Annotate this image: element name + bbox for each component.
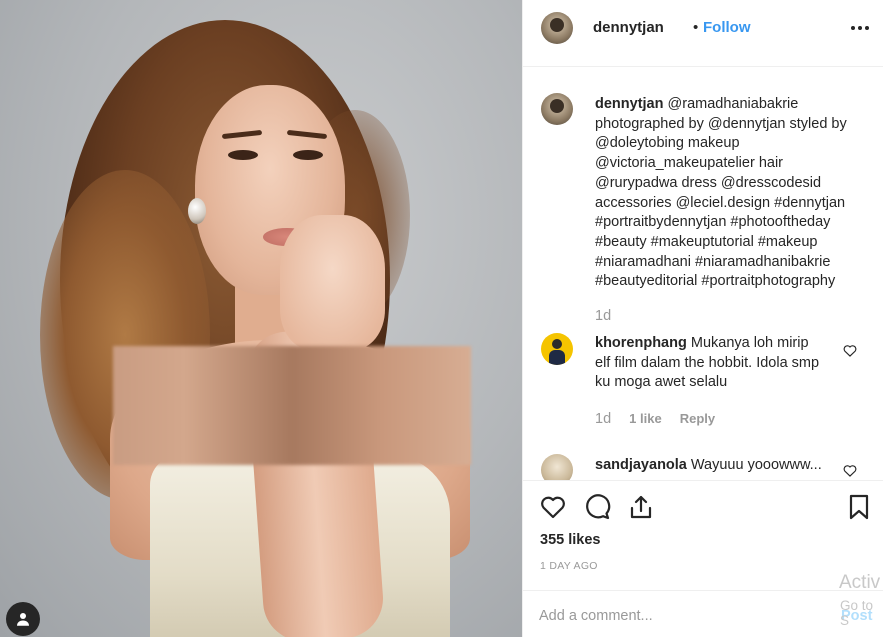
comments-list[interactable]: dennytjan @ramadhaniabakrie photographed…: [523, 68, 883, 480]
photo-earring: [188, 198, 206, 224]
add-comment-row: Post: [523, 590, 883, 638]
heart-icon[interactable]: [539, 493, 567, 521]
post-photo[interactable]: [0, 0, 522, 637]
comment-like-count[interactable]: 1 like: [629, 411, 662, 426]
comment-item: sandjayanola Wayuuu yooowww...: [595, 456, 835, 476]
comment-username[interactable]: khorenphang: [595, 335, 687, 351]
author-avatar[interactable]: [541, 12, 573, 44]
comment-username[interactable]: sandjayanola: [595, 457, 687, 473]
caption-timestamp[interactable]: 1d: [595, 308, 611, 324]
photo-hand: [280, 215, 385, 350]
share-icon[interactable]: [627, 493, 655, 521]
ellipsis-icon[interactable]: [850, 20, 870, 36]
comment-item: khorenphang Mukanya loh mirip elf film d…: [595, 334, 823, 393]
post-header: dennytjan • Follow: [523, 0, 883, 67]
post-actions-bar: [523, 480, 883, 529]
comment-timestamp[interactable]: 1d: [595, 411, 611, 427]
windows-activation-watermark: Activ: [839, 572, 881, 593]
post-timestamp[interactable]: 1 DAY AGO: [540, 560, 598, 572]
post-side-panel: dennytjan • Follow dennytjan @ramadhania…: [522, 0, 883, 637]
commenter-avatar[interactable]: [541, 333, 573, 365]
header-separator: •: [693, 19, 699, 36]
comment-meta: 1d 1 like Reply: [595, 411, 729, 427]
caption-text: @ramadhaniabakrie photographed by @denny…: [595, 96, 847, 290]
photo-eye-left: [228, 150, 258, 160]
user-tag-icon: [17, 613, 29, 626]
follow-button[interactable]: Follow: [703, 19, 751, 36]
comment-icon[interactable]: [583, 493, 611, 521]
comment-like-heart-icon[interactable]: [843, 344, 857, 357]
windows-activation-subtext: Go to S: [840, 598, 874, 628]
photo-eye-right: [293, 150, 323, 160]
post-caption: dennytjan @ramadhaniabakrie photographed…: [595, 95, 867, 292]
censor-blur-block: [113, 346, 471, 465]
caption-username[interactable]: dennytjan: [595, 96, 663, 112]
bookmark-icon[interactable]: [845, 493, 873, 521]
author-username[interactable]: dennytjan: [593, 19, 664, 36]
commenter-avatar[interactable]: [541, 454, 573, 480]
add-comment-input[interactable]: [539, 608, 799, 624]
comment-reply-button[interactable]: Reply: [680, 411, 715, 426]
comment-text: Wayuuu yooowww...: [690, 457, 822, 473]
caption-author-avatar[interactable]: [541, 93, 573, 125]
comment-like-heart-icon[interactable]: [843, 464, 857, 477]
likes-count[interactable]: 355 likes: [540, 532, 600, 548]
tagged-user-icon[interactable]: [6, 602, 40, 636]
